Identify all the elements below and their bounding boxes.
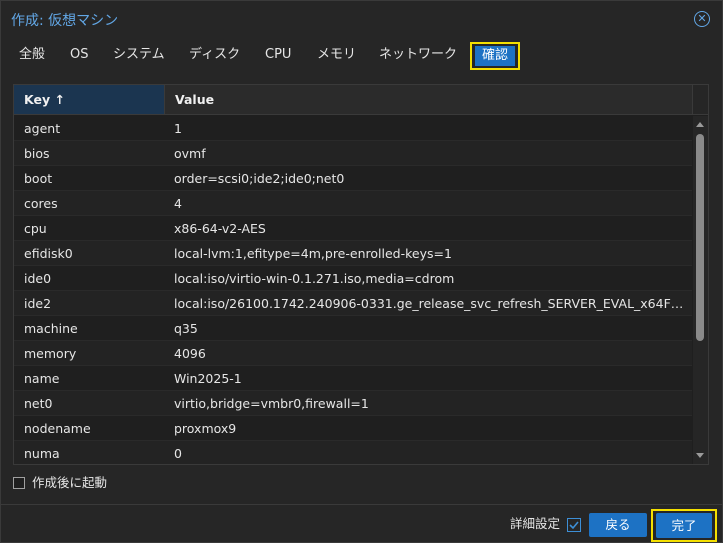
- tab-confirm[interactable]: 確認: [470, 42, 521, 70]
- row-key: net0: [24, 396, 53, 411]
- row-key: nodename: [24, 421, 91, 436]
- row-value: 4: [174, 196, 182, 211]
- row-value: local:iso/virtio-win-0.1.271.iso,media=c…: [174, 271, 455, 286]
- row-key: name: [24, 371, 60, 386]
- row-value: 1: [174, 121, 182, 136]
- finish-button[interactable]: 完了: [656, 513, 712, 538]
- row-key: machine: [24, 321, 78, 336]
- row-key: cores: [24, 196, 58, 211]
- summary-grid: Key ↑ Value agent 1 bios ovmf boot order=sc…: [13, 84, 709, 465]
- table-row[interactable]: cores 4: [14, 191, 692, 216]
- table-row[interactable]: bios ovmf: [14, 141, 692, 166]
- table-row[interactable]: boot order=scsi0;ide2;ide0;net0: [14, 166, 692, 191]
- dialog-title: 作成: 仮想マシン: [11, 13, 119, 29]
- tab-system[interactable]: システム: [113, 39, 165, 71]
- vertical-scrollbar[interactable]: [693, 116, 708, 464]
- wizard-tabs: 全般 OS システム ディスク CPU メモリ ネットワーク 確認: [1, 39, 722, 73]
- table-row[interactable]: net0 virtio,bridge=vmbr0,firewall=1: [14, 391, 692, 416]
- grid-header: Key ↑ Value: [14, 85, 708, 115]
- row-key: ide0: [24, 271, 52, 286]
- back-button[interactable]: 戻る: [589, 513, 647, 537]
- row-key: memory: [24, 346, 77, 361]
- close-icon[interactable]: ✕: [694, 11, 710, 27]
- row-key: cpu: [24, 221, 47, 236]
- tab-os[interactable]: OS: [70, 39, 88, 71]
- scroll-up-icon[interactable]: [696, 122, 704, 127]
- tab-memory[interactable]: メモリ: [317, 39, 356, 71]
- table-row[interactable]: numa 0: [14, 441, 692, 464]
- dialog-footer: 詳細設定 戻る 完了: [1, 504, 722, 542]
- table-row[interactable]: ide0 local:iso/virtio-win-0.1.271.iso,med…: [14, 266, 692, 291]
- row-key: numa: [24, 446, 60, 461]
- titlebar: 作成: 仮想マシン ✕: [1, 1, 722, 37]
- table-row[interactable]: efidisk0 local-lvm:1,efitype=4m,pre-enrol…: [14, 241, 692, 266]
- table-row[interactable]: cpu x86-64-v2-AES: [14, 216, 692, 241]
- row-value: local:iso/26100.1742.240906-0331.ge_rele…: [174, 296, 684, 311]
- table-row[interactable]: nodename proxmox9: [14, 416, 692, 441]
- tab-disk[interactable]: ディスク: [189, 39, 240, 71]
- row-key: ide2: [24, 296, 52, 311]
- row-value: order=scsi0;ide2;ide0;net0: [174, 171, 345, 186]
- table-row[interactable]: machine q35: [14, 316, 692, 341]
- table-row[interactable]: memory 4096: [14, 341, 692, 366]
- row-value: Win2025-1: [174, 371, 242, 386]
- row-value: proxmox9: [174, 421, 237, 436]
- row-key: boot: [24, 171, 53, 186]
- row-value: ovmf: [174, 146, 206, 161]
- advanced-checkbox[interactable]: [567, 518, 581, 532]
- column-header-value[interactable]: Value: [164, 85, 692, 114]
- check-icon: [569, 521, 579, 530]
- table-row[interactable]: name Win2025-1: [14, 366, 692, 391]
- table-row[interactable]: agent 1: [14, 116, 692, 141]
- autostart-label: 作成後に起動: [32, 475, 108, 490]
- header-spacer: [692, 85, 708, 114]
- autostart-checkbox[interactable]: [13, 477, 25, 489]
- scroll-down-icon[interactable]: [696, 453, 704, 458]
- grid-rows: agent 1 bios ovmf boot order=scsi0;ide2;ide…: [14, 116, 692, 464]
- column-header-key[interactable]: Key ↑: [14, 85, 164, 114]
- advanced-label: 詳細設定: [510, 516, 561, 531]
- scrollbar-thumb[interactable]: [696, 134, 704, 341]
- tab-confirm-label: 確認: [475, 46, 516, 66]
- tab-general[interactable]: 全般: [19, 39, 45, 71]
- row-value: 0: [174, 446, 182, 461]
- tab-cpu[interactable]: CPU: [265, 39, 291, 71]
- row-value: 4096: [174, 346, 206, 361]
- row-key: efidisk0: [24, 246, 73, 261]
- table-row[interactable]: ide2 local:iso/26100.1742.240906-0331.ge_…: [14, 291, 692, 316]
- row-key: agent: [24, 121, 61, 136]
- row-value: local-lvm:1,efitype=4m,pre-enrolled-keys…: [174, 246, 452, 261]
- finish-highlight: 完了: [651, 509, 717, 542]
- row-key: bios: [24, 146, 50, 161]
- row-value: virtio,bridge=vmbr0,firewall=1: [174, 396, 369, 411]
- row-value: q35: [174, 321, 198, 336]
- tab-network[interactable]: ネットワーク: [379, 39, 457, 71]
- create-vm-dialog: 作成: 仮想マシン ✕ 全般 OS システム ディスク CPU メモリ ネットワ…: [0, 0, 723, 543]
- row-value: x86-64-v2-AES: [174, 221, 266, 236]
